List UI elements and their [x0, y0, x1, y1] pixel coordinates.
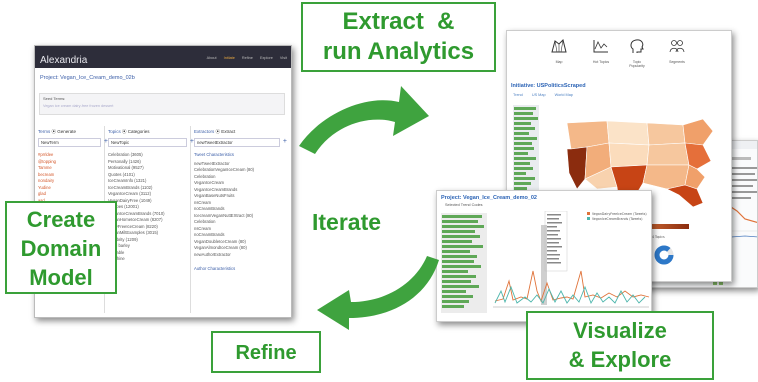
extractor-list-item[interactable]: newAuthorExtractor: [194, 252, 290, 259]
create-domain-model-callout: Create Domain Model: [5, 201, 117, 294]
create-line2: Domain: [20, 236, 102, 261]
new-term-value: NewTerm: [41, 140, 59, 145]
selected-trend-codes-label: Selected Trend Codes: [445, 203, 483, 207]
nav-item[interactable]: Refine: [242, 56, 253, 60]
new-extractor-value: newTweetExtractor: [197, 140, 233, 145]
line-chart-icon: [593, 40, 608, 53]
project-title: Project: Vegan_Ice_Cream_demo_02b: [40, 75, 135, 81]
refine-curved-arrow: [317, 256, 439, 330]
extract-line1: Extract &: [342, 8, 455, 35]
topics-header: Topics ⦿ Categories: [108, 129, 150, 134]
create-line1: Create: [26, 207, 96, 232]
seed-terms-label: Seed Terms:: [43, 96, 66, 101]
hot-topics-icon[interactable]: Hot Topics: [589, 38, 613, 64]
chart-legend-2: VeganIceCreamBrands (Tweets): [592, 217, 643, 221]
segments-icon[interactable]: Segments: [665, 38, 689, 64]
tab-trend[interactable]: Trend: [513, 93, 523, 97]
seed-terms-box: Seed Terms: Vegan ice cream dairy-free f…: [39, 93, 285, 115]
extractors-column: Extractors ⦿ Extract newTweetExtractor +…: [191, 126, 291, 313]
nav-item[interactable]: About: [207, 56, 217, 60]
topic-popularity-label: Topic Popularity: [629, 60, 645, 68]
chart-project-title: Project: Vegan_Ice_Cream_demo_02: [441, 195, 537, 201]
topics-header-label: Topics: [108, 129, 121, 134]
new-topic-input[interactable]: NewTopic +: [108, 138, 194, 147]
terms-header: Terms ⦿ Generate: [38, 129, 77, 134]
initiative-title: Initiative: USPoliticsScraped: [511, 83, 586, 89]
tab-world-map[interactable]: World Map: [555, 93, 573, 97]
segments-label: Segments: [669, 60, 685, 64]
map-tabs: Trend US Map World Map: [507, 93, 731, 97]
new-extractor-input[interactable]: newTweetExtractor +: [194, 138, 287, 147]
extractors-header: Extractors ⦿ Extract: [194, 129, 236, 134]
seed-terms-input[interactable]: Vegan ice cream dairy-free frozen desser…: [43, 104, 281, 108]
terms-header-option[interactable]: Generate: [57, 129, 76, 134]
extractor-items: newTweetExtractor CelebrationVeganIceCrea…: [194, 161, 290, 259]
extract-analytics-callout: Extract & run Analytics: [301, 2, 496, 72]
visualize-explore-callout: Visualize & Explore: [526, 311, 714, 380]
app-nav: About Initiate Refine Explore Visit: [201, 56, 287, 60]
topics-list: Celebration (3605) Personally (1426) Motiv…: [108, 152, 187, 263]
iterate-label: Iterate: [312, 209, 382, 235]
visualize-line1: Visualize: [573, 318, 667, 343]
chart-legend-1: VeganDairyFreeIceCream (Tweets): [592, 212, 647, 216]
map-icon[interactable]: Map: [547, 38, 571, 64]
analytics-icon-bar: Map Hot Topics Topic Popularity Segments: [507, 31, 731, 83]
nav-item[interactable]: Explore: [260, 56, 273, 60]
extractors-header-option[interactable]: Extract: [221, 129, 235, 134]
hot-topics-label: Hot Topics: [592, 60, 610, 64]
tweet-characteristics-header: Tweet Characteristics: [194, 152, 235, 157]
new-topic-value: NewTopic: [111, 140, 130, 145]
topics-header-option[interactable]: Categories: [128, 129, 150, 134]
topic-popularity-icon[interactable]: Topic Popularity: [625, 38, 649, 68]
extractors-header-label: Extractors: [194, 129, 215, 134]
topics-column: Topics ⦿ Categories NewTopic + Celebrati…: [105, 126, 194, 313]
new-term-input[interactable]: NewTerm +: [38, 138, 108, 147]
create-line3: Model: [29, 265, 93, 290]
extract-line2: run Analytics: [322, 38, 475, 65]
topic-list-item[interactable]: sunshine: [108, 256, 187, 263]
head-profile-icon: [630, 39, 644, 53]
app-titlebar: Alexandria About Initiate Refine Explore…: [35, 46, 291, 68]
extractors-list: Tweet Characteristics newTweetExtractor C…: [194, 152, 290, 273]
refine-callout: Refine: [211, 331, 321, 373]
nav-item-active[interactable]: Initiate: [224, 56, 235, 60]
visualize-line2: & Explore: [568, 347, 672, 372]
trend-chart-screenshot: Project: Vegan_Ice_Cream_demo_02 Selecte…: [436, 190, 652, 322]
people-group-icon: [669, 40, 685, 53]
tab-us-map[interactable]: US Map: [532, 93, 546, 97]
map-icon-label: Map: [555, 60, 563, 64]
trend-chart-graphic: VeganDairyFreeIceCream (Tweets) VeganIce…: [441, 211, 650, 313]
terms-header-label: Terms: [38, 129, 51, 134]
donut-legend-4: 4 Topics: [652, 235, 665, 239]
app-name: Alexandria: [40, 55, 88, 66]
map-glyph-icon: [551, 39, 567, 53]
refine-label: Refine: [235, 342, 297, 364]
author-characteristics-header: Author Characteristics: [194, 266, 236, 271]
